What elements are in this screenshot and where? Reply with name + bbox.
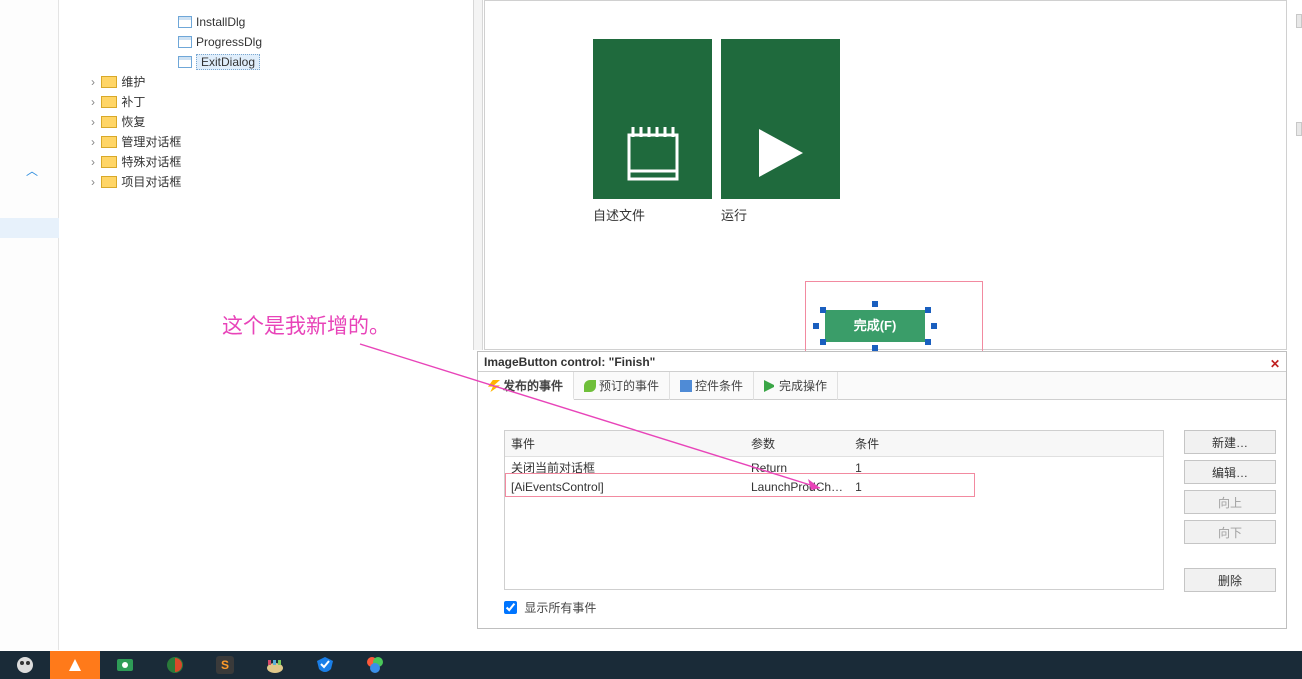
taskbar-app-icon[interactable] [150,651,200,679]
events-buttons: 新建… 编辑… 向上 向下 删除 [1184,430,1276,598]
tree-item[interactable]: InstallDlg [168,12,245,32]
tree-item-label: 补丁 [121,95,145,109]
tab-published-events[interactable]: 发布的事件 [478,372,574,400]
tree-item[interactable]: › 特殊对话框 [88,152,181,172]
show-all-events-input[interactable] [504,601,517,614]
tile-run[interactable] [721,39,840,199]
resize-handle[interactable] [925,307,931,313]
down-button[interactable]: 向下 [1184,520,1276,544]
resize-handle[interactable] [813,323,819,329]
tree-item[interactable]: › 项目对话框 [88,172,181,192]
resize-handle[interactable] [820,339,826,345]
expand-caret-icon[interactable]: › [88,172,98,192]
expand-caret-icon[interactable]: › [88,72,98,92]
play-icon [753,125,809,181]
tree-item-label: InstallDlg [196,15,245,29]
tab-subscribed-events[interactable]: 预订的事件 [574,372,670,400]
resize-handle[interactable] [925,339,931,345]
tile-readme-label: 自述文件 [593,205,645,224]
play-small-icon [764,380,776,392]
bolt-icon [488,380,500,392]
delete-button[interactable]: 删除 [1184,568,1276,592]
tree-item[interactable]: › 补丁 [88,92,145,112]
table-row[interactable]: 关闭当前对话框 Return 1 [505,457,1163,479]
folder-icon [101,116,117,128]
tree-item[interactable]: › 管理对话框 [88,132,181,152]
col-event[interactable]: 事件 [505,431,745,457]
expand-caret-icon[interactable]: › [88,112,98,132]
taskbar-app-icon[interactable] [250,651,300,679]
grid-icon [680,380,692,392]
rail-selection [0,218,59,238]
up-button[interactable]: 向上 [1184,490,1276,514]
dialog-icon [178,16,192,28]
dialog-icon [178,56,192,68]
tree-item-label: 管理对话框 [121,135,181,149]
expand-caret-icon[interactable]: › [88,132,98,152]
taskbar-app-icon[interactable]: S [200,651,250,679]
tree-item-label: 特殊对话框 [121,155,181,169]
annotation-text: 这个是我新增的。 [222,310,390,340]
col-cond[interactable]: 条件 [849,431,1163,457]
expand-caret-icon[interactable]: › [88,152,98,172]
table-row[interactable]: [AiEventsControl] LaunchProdCh… 1 [505,478,1163,496]
finish-button[interactable]: 完成(F) [825,310,925,342]
tree-item[interactable]: › 恢复 [88,112,145,132]
expand-caret-icon[interactable]: › [88,92,98,112]
taskbar-app-icon[interactable] [0,651,50,679]
col-args[interactable]: 参数 [745,431,849,457]
tile-run-label: 运行 [721,205,747,224]
notepad-icon [621,123,685,187]
taskbar-app-icon[interactable] [100,651,150,679]
tab-finish-actions[interactable]: 完成操作 [754,372,838,400]
folder-icon [101,76,117,88]
events-table[interactable]: 事件 参数 条件 关闭当前对话框 Return 1 [AiEventsContr… [504,430,1164,590]
tile-readme[interactable] [593,39,712,199]
new-button[interactable]: 新建… [1184,430,1276,454]
tree-item-label: ProgressDlg [196,35,262,49]
folder-icon [101,96,117,108]
taskbar-app-icon[interactable] [300,651,350,679]
chevron-up-icon[interactable]: ︿ [26,162,38,179]
curve-icon [584,380,596,392]
tree-item-label: 维护 [121,75,145,89]
panel-tabs: 发布的事件 预订的事件 控件条件 完成操作 [478,372,1286,400]
tab-control-conditions[interactable]: 控件条件 [670,372,754,400]
taskbar[interactable]: S [0,651,1302,679]
panel-title-bar: ImageButton control: "Finish" ✕ [478,352,1286,372]
left-rail: ︿ [0,0,59,650]
splitter[interactable] [473,0,483,350]
dialog-canvas[interactable]: 自述文件 运行 完成(F) [484,0,1287,350]
edit-button[interactable]: 编辑… [1184,460,1276,484]
svg-text:S: S [221,658,229,672]
dialog-icon [178,36,192,48]
panel-title: ImageButton control: "Finish" [484,355,655,369]
right-panel-stub [1296,14,1302,28]
taskbar-app-icon[interactable] [350,651,400,679]
resize-handle[interactable] [820,307,826,313]
folder-icon [101,156,117,168]
folder-icon [101,136,117,148]
control-events-panel: ImageButton control: "Finish" ✕ 发布的事件 预订… [477,351,1287,629]
tree-item-label: 恢复 [121,115,145,129]
right-panel-stub [1296,122,1302,136]
tree-item-label: ExitDialog [196,54,260,70]
folder-icon [101,176,117,188]
show-all-events-checkbox[interactable]: 显示所有事件 [504,599,596,616]
close-icon[interactable]: ✕ [1270,354,1280,374]
tree-item[interactable]: ProgressDlg [168,32,262,52]
tree-item-label: 项目对话框 [121,175,181,189]
resize-handle[interactable] [931,323,937,329]
taskbar-app-icon[interactable] [50,651,100,679]
tree-item[interactable]: › 维护 [88,72,145,92]
tree-item-selected[interactable]: ExitDialog [168,52,260,72]
resize-handle[interactable] [872,301,878,307]
